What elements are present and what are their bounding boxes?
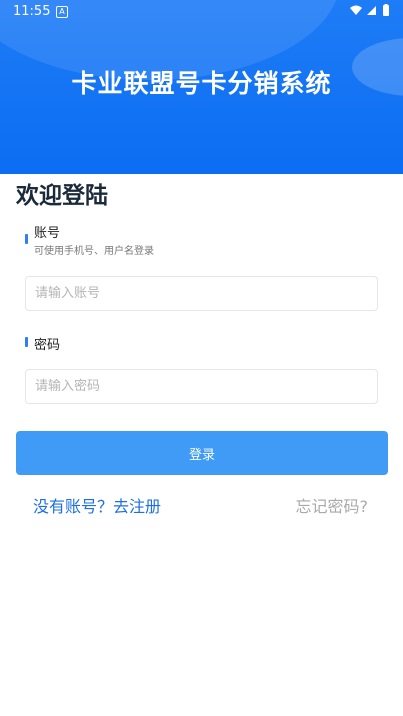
account-input[interactable]: [26, 277, 377, 310]
register-link[interactable]: 没有账号？去注册: [33, 493, 161, 517]
header-banner: 11:55 A 卡业联盟号卡分销系统: [0, 0, 403, 174]
account-label: 账号: [34, 226, 61, 241]
forgot-password-link[interactable]: 忘记密码?: [296, 493, 369, 517]
status-bar: 11:55 A: [0, 0, 403, 24]
password-field[interactable]: [25, 369, 378, 404]
label-accent-bar: [25, 234, 28, 244]
password-input[interactable]: [26, 370, 377, 403]
login-button[interactable]: 登录: [16, 431, 388, 475]
account-hint: 可使用手机号、用户名登录: [34, 246, 154, 257]
status-time: 11:55: [13, 4, 51, 19]
app-title: 卡业联盟号卡分销系统: [71, 69, 332, 98]
notification-a-icon: A: [56, 6, 68, 18]
welcome-heading: 欢迎登陆: [16, 183, 108, 209]
wifi-signal-battery-icons: [350, 4, 389, 16]
account-field[interactable]: [25, 276, 378, 311]
label-accent-bar: [25, 337, 28, 347]
system-icons: [349, 4, 393, 22]
password-label: 密码: [34, 338, 61, 353]
